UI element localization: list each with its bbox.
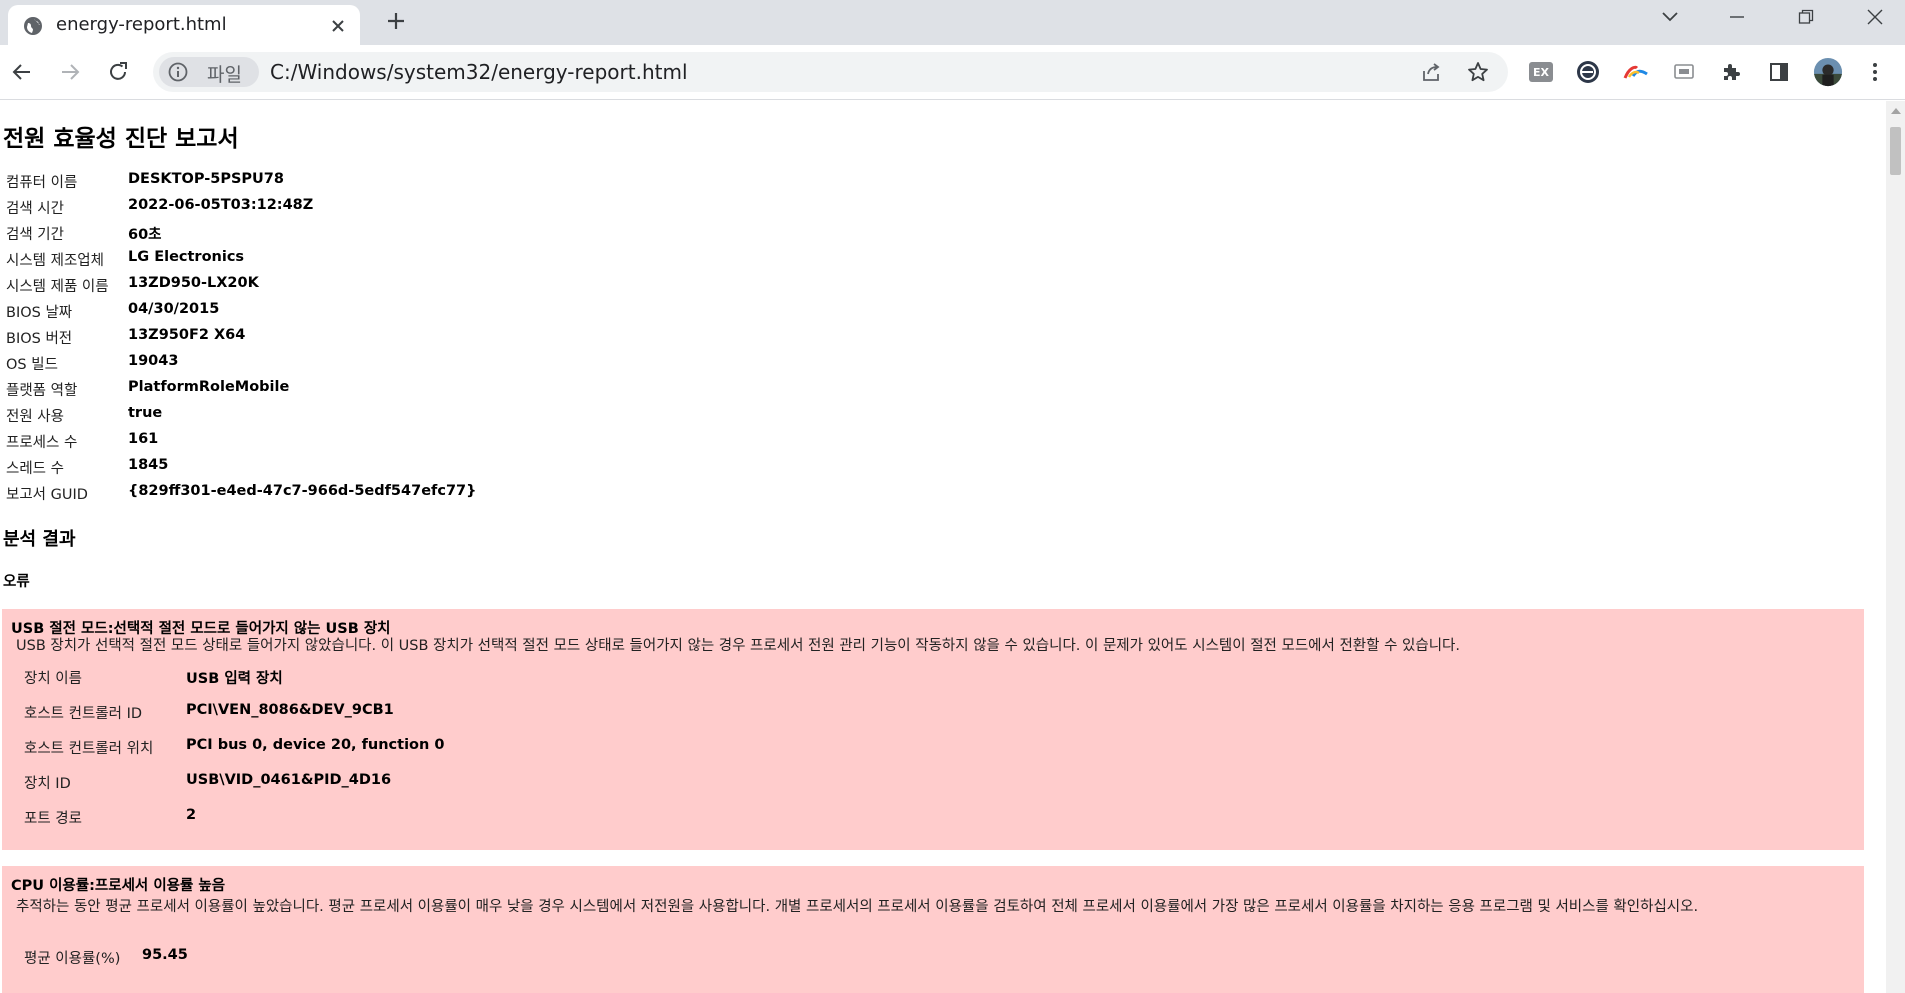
side-panel-icon[interactable] [1764,57,1794,87]
avatar[interactable] [1813,57,1843,87]
page-scrollbar[interactable] [1886,101,1905,993]
error-description: 추적하는 동안 평균 프로세서 이용률이 높았습니다. 평균 프로세서 이용률이… [16,899,1699,915]
info-value: 04/30/2015 [128,301,220,317]
page-content: 전원 효율성 진단 보고서 컴퓨터 이름 DESKTOP-5PSPU78 검색 시… [0,101,1886,993]
errors-heading: 오류 [3,574,30,590]
forward-button[interactable] [53,55,87,89]
e-extension-icon[interactable] [1573,57,1603,87]
error-block-cpu: CPU 이용률:프로세서 이용률 높음 추적하는 동안 평균 프로세서 이용률이… [2,866,1864,993]
detail-label: 장치 ID [24,776,71,792]
ex-extension-icon[interactable]: EX [1526,57,1556,87]
info-value: {829ff301-e4ed-47c7-966d-5edf547efc77} [128,483,477,499]
info-value: 13ZD950-LX20K [128,275,259,291]
info-label: 스레드 수 [6,461,64,477]
close-icon[interactable] [326,14,350,38]
address-bar[interactable]: 파일 C:/Windows/system32/energy-report.htm… [153,52,1508,92]
page-title: 전원 효율성 진단 보고서 [3,126,239,152]
detail-label: 호스트 컨트롤러 ID [24,706,143,722]
detail-label: 장치 이름 [24,671,82,687]
detail-label: 포트 경로 [24,811,82,827]
bookmark-star-icon[interactable] [1466,60,1490,84]
scroll-up-arrow-icon[interactable] [1891,108,1901,114]
info-label: OS 빌드 [6,357,58,373]
info-value: true [128,405,163,421]
rainbow-extension-icon[interactable] [1621,57,1651,87]
info-label: 플랫폼 역할 [6,383,78,399]
detail-value: 2 [186,807,197,823]
error-description: USB 장치가 선택적 절전 모드 상태로 들어가지 않았습니다. 이 USB … [16,638,1460,654]
scrollbar-thumb[interactable] [1890,127,1901,175]
tab-strip: energy-report.html [0,0,1905,45]
info-label: BIOS 날짜 [6,305,73,321]
tab-title: energy-report.html [56,14,227,35]
info-label: 프로세스 수 [6,435,78,451]
info-value: 2022-06-05T03:12:48Z [128,197,314,213]
back-button[interactable] [5,55,39,89]
info-label: 시스템 제품 이름 [6,279,109,295]
info-label: 전원 사용 [6,409,64,425]
share-icon[interactable] [1419,60,1443,84]
info-value: 13Z950F2 X64 [128,327,246,343]
detail-value: PCI\VEN_8086&DEV_9CB1 [186,702,394,718]
info-label: 검색 시간 [6,201,64,217]
info-label: 컴퓨터 이름 [6,175,78,191]
tab-search-button[interactable] [1640,0,1700,34]
info-value: PlatformRoleMobile [128,379,290,395]
ex-extension-label: EX [1529,62,1553,82]
info-value: 60초 [128,227,162,243]
new-tab-button[interactable] [380,5,412,37]
toolbar: 파일 C:/Windows/system32/energy-report.htm… [0,45,1905,100]
cast-extension-icon[interactable] [1669,57,1699,87]
detail-value: USB 입력 장치 [186,671,283,687]
globe-icon [21,14,45,38]
info-label: 보고서 GUID [6,487,88,503]
detail-label: 호스트 컨트롤러 위치 [24,741,154,757]
detail-value: PCI bus 0, device 20, function 0 [186,737,445,753]
detail-value: 95.45 [142,947,188,963]
reload-button[interactable] [101,55,135,89]
detail-value: USB\VID_0461&PID_4D16 [186,772,392,788]
info-value: DESKTOP-5PSPU78 [128,171,284,187]
info-value: 19043 [128,353,179,369]
site-info-chip[interactable]: 파일 [159,57,259,87]
info-label: 시스템 제조업체 [6,253,104,269]
tab-energy-report[interactable]: energy-report.html [8,5,360,45]
info-icon [167,61,189,83]
error-title: USB 절전 모드:선택적 절전 모드로 들어가지 않는 USB 장치 [11,621,391,637]
minimize-button[interactable] [1707,0,1767,34]
detail-label: 평균 이용률(%) [24,951,121,967]
chip-label: 파일 [207,64,242,86]
analysis-heading: 분석 결과 [3,529,76,550]
error-title: CPU 이용률:프로세서 이용률 높음 [11,878,226,894]
url-text[interactable]: C:/Windows/system32/energy-report.html [270,60,688,84]
info-value: 161 [128,431,159,447]
info-label: 검색 기간 [6,227,64,243]
more-menu-icon[interactable] [1860,57,1890,87]
info-label: BIOS 버전 [6,331,73,347]
info-value: LG Electronics [128,249,245,265]
restore-button[interactable] [1776,0,1836,34]
info-value: 1845 [128,457,169,473]
puzzle-icon[interactable] [1716,57,1746,87]
close-window-button[interactable] [1845,0,1905,34]
error-block-usb: USB 절전 모드:선택적 절전 모드로 들어가지 않는 USB 장치 USB … [2,609,1864,850]
